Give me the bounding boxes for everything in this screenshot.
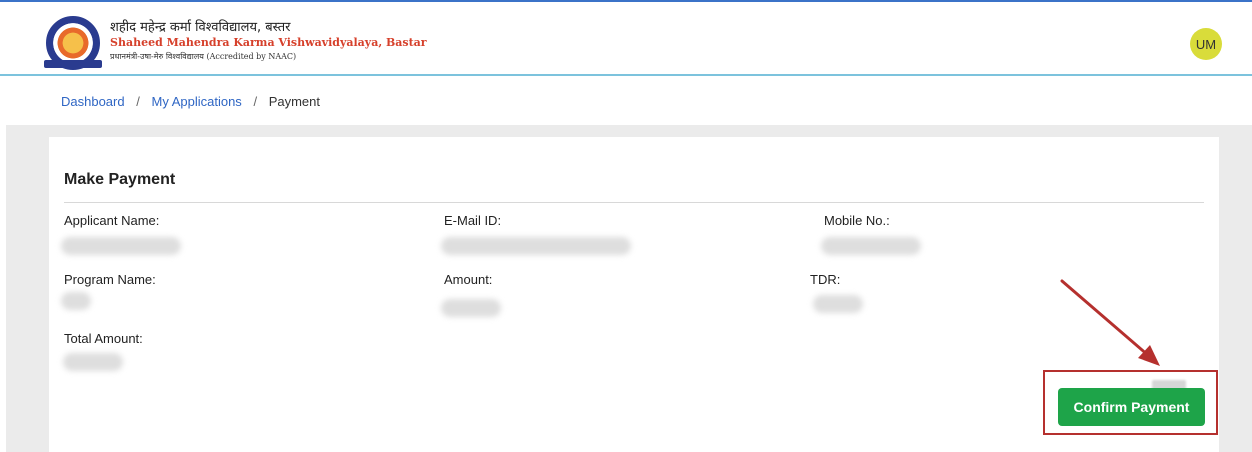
annotation-highlight-box <box>1043 370 1218 435</box>
applicant-name-label: Applicant Name: <box>64 213 160 228</box>
tdr-label: TDR: <box>810 272 841 287</box>
logo-ribbon <box>44 60 102 68</box>
university-name-english: Shaheed Mahendra Karma Vishwavidyalaya, … <box>110 36 427 49</box>
mobile-label: Mobile No.: <box>824 213 890 228</box>
breadcrumb-my-applications[interactable]: My Applications <box>151 94 241 109</box>
university-name-hindi: शहीद महेन्द्र कर्मा विश्वविद्यालय, बस्तर <box>110 20 291 35</box>
accreditation-text: (Accredited by NAAC) <box>206 52 297 61</box>
app-header: शहीद महेन्द्र कर्मा विश्वविद्यालय, बस्तर… <box>0 2 1252 76</box>
breadcrumb: Dashboard / My Applications / Payment <box>61 94 320 109</box>
total-amount-value-redacted <box>63 353 123 371</box>
applicant-name-value-redacted <box>61 237 181 255</box>
breadcrumb-dashboard[interactable]: Dashboard <box>61 94 125 109</box>
university-sub-hindi: प्रधानमंत्री-उषा-मेरु विश्वविद्यालय <box>110 52 204 61</box>
user-avatar[interactable]: UM <box>1190 28 1222 60</box>
email-value-redacted <box>441 237 631 255</box>
breadcrumb-separator: / <box>253 94 258 109</box>
amount-label: Amount: <box>444 272 493 287</box>
mobile-value-redacted <box>821 237 921 255</box>
email-label: E-Mail ID: <box>444 213 502 228</box>
university-subtitle: प्रधानमंत्री-उषा-मेरु विश्वविद्यालय (Acc… <box>110 51 296 62</box>
card-title: Make Payment <box>64 171 176 188</box>
tdr-value-redacted <box>813 295 863 313</box>
total-amount-label: Total Amount: <box>64 331 143 346</box>
card-divider <box>64 202 1204 203</box>
program-name-value-redacted <box>61 292 91 310</box>
program-name-label: Program Name: <box>64 272 156 287</box>
amount-value-redacted <box>441 299 501 317</box>
breadcrumb-current: Payment <box>268 94 320 109</box>
breadcrumb-separator: / <box>136 94 140 109</box>
